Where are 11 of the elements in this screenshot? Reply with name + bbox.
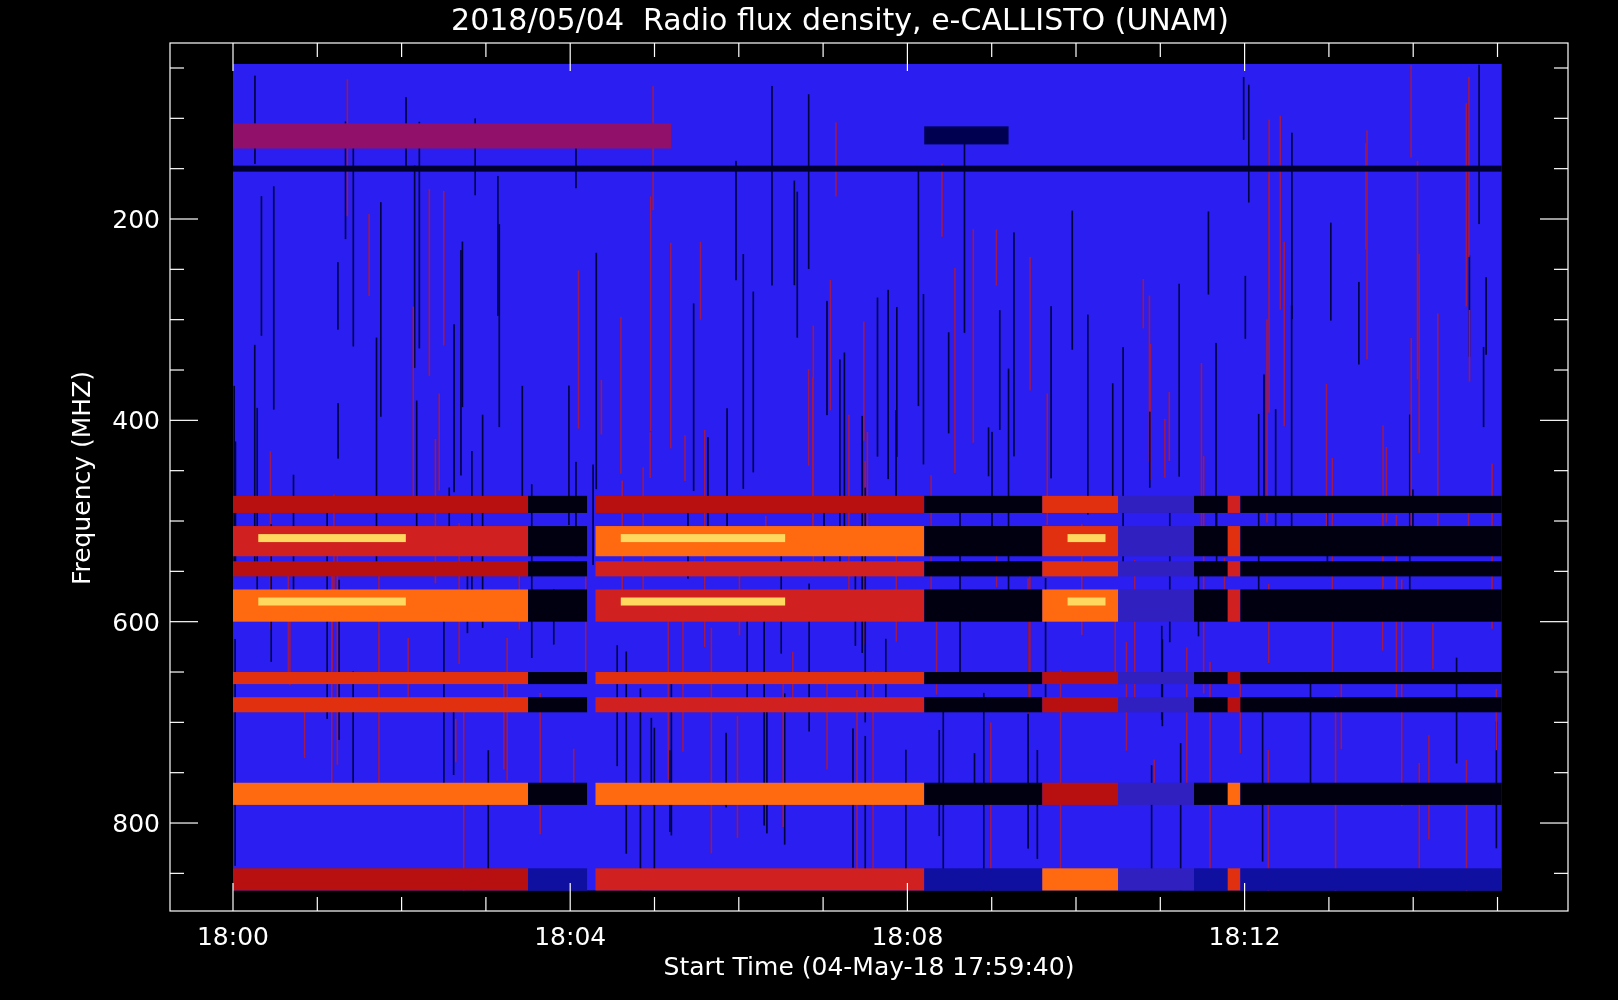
x-tick-label: 18:08: [871, 922, 944, 951]
y-tick-label: 200: [112, 205, 160, 234]
chart-title: 2018/05/04 Radio flux density, e-CALLISTO (UNAM): [451, 2, 1229, 37]
x-tick-label: 18:04: [534, 922, 607, 951]
y-axis-label: Frequency (MHZ): [67, 370, 96, 586]
x-tick-label: 18:12: [1208, 922, 1281, 951]
y-tick-label: 400: [112, 406, 160, 436]
y-tick-label: 800: [112, 809, 160, 838]
y-tick-label: 600: [112, 607, 160, 637]
x-axis-label: Start Time (04-May-18 17:59:40): [663, 952, 1075, 981]
x-tick-label: 18:00: [197, 922, 269, 951]
